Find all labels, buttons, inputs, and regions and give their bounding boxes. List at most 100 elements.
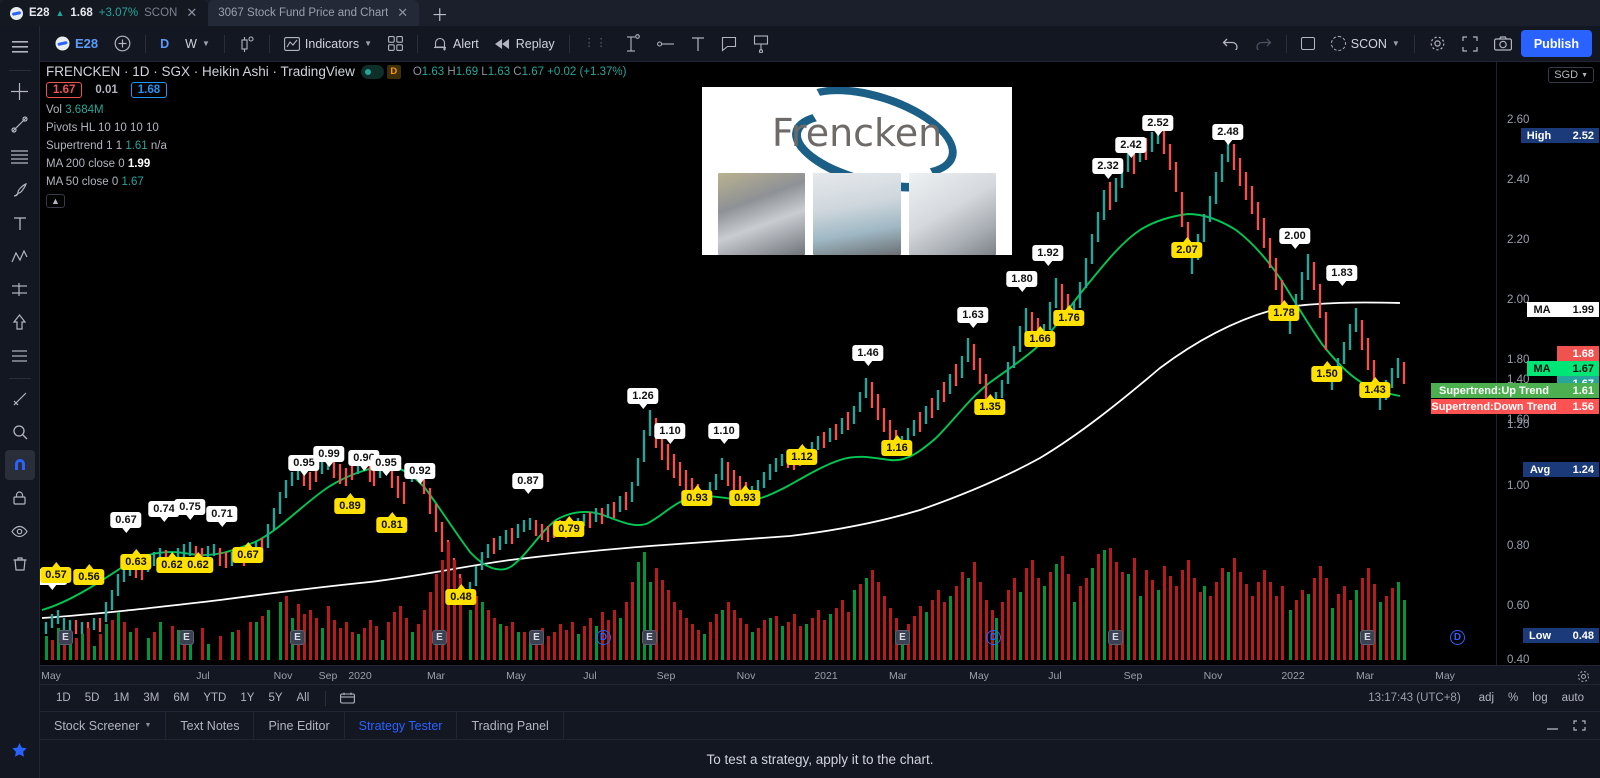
lock-drawings-icon[interactable] [5, 483, 35, 513]
earnings-marker[interactable]: E [642, 630, 657, 645]
grid-templates-icon[interactable] [381, 30, 410, 58]
maximize-icon[interactable] [1573, 720, 1586, 731]
measure-ruler-icon[interactable] [5, 384, 35, 414]
interval-d-button[interactable]: D [153, 30, 176, 58]
legend-indicator-row[interactable]: MA 200 close 0 1.99 [46, 158, 626, 170]
fullscreen-icon[interactable] [1455, 30, 1485, 58]
close-icon[interactable]: ✕ [394, 5, 411, 21]
earnings-marker[interactable]: E [895, 630, 910, 645]
range-button-5y[interactable]: 5Y [262, 690, 288, 706]
cross-cursor-icon[interactable] [5, 76, 35, 106]
legend-indicator-row[interactable]: MA 50 close 0 1.67 [46, 176, 626, 188]
earnings-marker[interactable]: E [1108, 630, 1123, 645]
camera-icon[interactable] [1487, 30, 1519, 58]
chevron-up-icon[interactable]: ▲ [46, 194, 65, 208]
plus-icon[interactable]: ＋ [419, 1, 460, 26]
tradingview-icon [10, 6, 23, 20]
earnings-marker[interactable]: E [290, 630, 305, 645]
tab-pine-editor[interactable]: Pine Editor [254, 712, 345, 739]
range-button-3m[interactable]: 3M [137, 690, 165, 706]
brush-icon[interactable] [5, 175, 35, 205]
zoom-icon[interactable] [5, 417, 35, 447]
legend-title-row[interactable]: FRENCKEN · 1D · SGX · Heikin Ashi · Trad… [46, 64, 626, 79]
time-scale[interactable]: May Jul Sep Nov 2020 Mar May Jul Sep Nov 2021 Mar Ma… [40, 665, 1600, 685]
tab-strategy-tester[interactable]: Strategy Tester [345, 712, 458, 739]
currency-selector[interactable]: SGD ▼ [1548, 67, 1594, 83]
pin-balloon-icon[interactable] [746, 30, 776, 58]
price-indicator-label: 1.68 [1557, 346, 1599, 361]
hamburger-menu-icon[interactable] [5, 32, 35, 62]
remove-drawings-icon[interactable] [5, 549, 35, 579]
time-scale-settings-icon[interactable] [1577, 670, 1590, 683]
note-balloon-icon[interactable] [714, 30, 744, 58]
layout-name-button[interactable]: SCON ▼ [1324, 30, 1407, 58]
legend-indicator-args: 1 1 [106, 140, 123, 152]
range-button-1d[interactable]: 1D [50, 690, 77, 706]
dividend-marker[interactable]: D [1450, 630, 1465, 645]
magnet-icon[interactable] [4, 450, 35, 480]
range-button-1y[interactable]: 1Y [234, 690, 260, 706]
tab-text-notes[interactable]: Text Notes [166, 712, 255, 739]
alert-button[interactable]: Alert [425, 30, 486, 58]
arrow-up-icon[interactable] [5, 307, 35, 337]
scale-toggle-adj[interactable]: adj [1473, 690, 1500, 706]
time-tick-label: Nov [273, 670, 293, 682]
legend-indicator-row[interactable]: Vol 3.684M [46, 104, 626, 116]
redo-arrow-icon[interactable] [1248, 30, 1279, 58]
tab-trading-panel[interactable]: Trading Panel [457, 712, 564, 739]
earnings-marker[interactable]: E [58, 630, 73, 645]
range-button-5d[interactable]: 5D [79, 690, 106, 706]
earnings-marker[interactable]: E [179, 630, 194, 645]
browser-tab-e28[interactable]: E28 ▲ 1.68 +3.07% SCON ✕ [0, 0, 209, 26]
dividend-marker[interactable]: D [986, 630, 1001, 645]
measure-icon[interactable] [5, 340, 35, 370]
price-label-value: 2.52 [1557, 128, 1599, 143]
browser-tab-3067[interactable]: 3067 Stock Fund Price and Chart ✕ [208, 0, 420, 26]
chart-type-button[interactable] [232, 30, 262, 58]
chart-area[interactable]: 0.680.670.740.750.710.950.990.960.950.92… [40, 62, 1600, 710]
chart-canvas[interactable]: 0.680.670.740.750.710.950.990.960.950.92… [40, 62, 1496, 665]
scale-toggle-%[interactable]: % [1502, 690, 1524, 706]
frencken-logo-overlay[interactable]: Frencken [702, 87, 1012, 255]
drag-dots-icon[interactable]: ⋮⋮ [577, 30, 615, 58]
scale-toggle-auto[interactable]: auto [1556, 690, 1590, 706]
magnet-line-icon[interactable] [650, 30, 682, 58]
range-button-ytd[interactable]: YTD [197, 690, 232, 706]
symbol-search-button[interactable]: E28 [48, 30, 105, 58]
layout-name-label: SCON [1350, 36, 1387, 51]
patterns-icon[interactable] [5, 241, 35, 271]
dividend-marker[interactable]: D [596, 630, 611, 645]
trend-line-icon[interactable] [5, 109, 35, 139]
measure-ruler-icon[interactable] [617, 30, 648, 58]
publish-button[interactable]: Publish [1520, 30, 1592, 57]
layout-square-icon[interactable] [1294, 30, 1322, 58]
close-icon[interactable]: ✕ [183, 5, 200, 21]
plus-circle-icon[interactable] [107, 30, 138, 58]
tab-stock-screener[interactable]: Stock Screener ▼ [40, 712, 167, 739]
earnings-marker[interactable]: E [432, 630, 447, 645]
minimize-icon[interactable] [1546, 720, 1559, 731]
earnings-marker[interactable]: E [529, 630, 544, 645]
bottom-panel-tabs: Stock Screener ▼ Text Notes Pine Editor Stra… [40, 712, 1600, 740]
eye-icon[interactable] [5, 516, 35, 546]
range-button-1m[interactable]: 1M [107, 690, 135, 706]
undo-arrow-icon[interactable] [1215, 30, 1246, 58]
date-range-icon[interactable] [334, 690, 361, 706]
price-indicator-label: High 2.52 [1521, 128, 1599, 143]
text-tool-icon[interactable] [684, 30, 712, 58]
fib-retracement-icon[interactable] [5, 142, 35, 172]
text-tool-icon[interactable] [5, 208, 35, 238]
legend-indicator-row[interactable]: Supertrend 1 1 1.61 n/a [46, 140, 626, 152]
prediction-icon[interactable] [5, 274, 35, 304]
earnings-marker[interactable]: E [1360, 630, 1375, 645]
replay-button[interactable]: Replay [488, 30, 562, 58]
price-scale[interactable]: SGD ▼ 2.60 2.40 2.20 2.00 1.80 1.60 1.40 1.20 1.… [1431, 62, 1600, 710]
gear-icon[interactable] [1422, 30, 1453, 58]
indicators-button[interactable]: Indicators ▼ [277, 30, 379, 58]
range-button-all[interactable]: All [291, 690, 316, 706]
star-icon[interactable] [5, 735, 35, 765]
scale-toggle-log[interactable]: log [1526, 690, 1553, 706]
legend-indicator-row[interactable]: Pivots HL 10 10 10 10 [46, 122, 626, 134]
range-button-6m[interactable]: 6M [167, 690, 195, 706]
interval-w-button[interactable]: W ▼ [178, 30, 217, 58]
